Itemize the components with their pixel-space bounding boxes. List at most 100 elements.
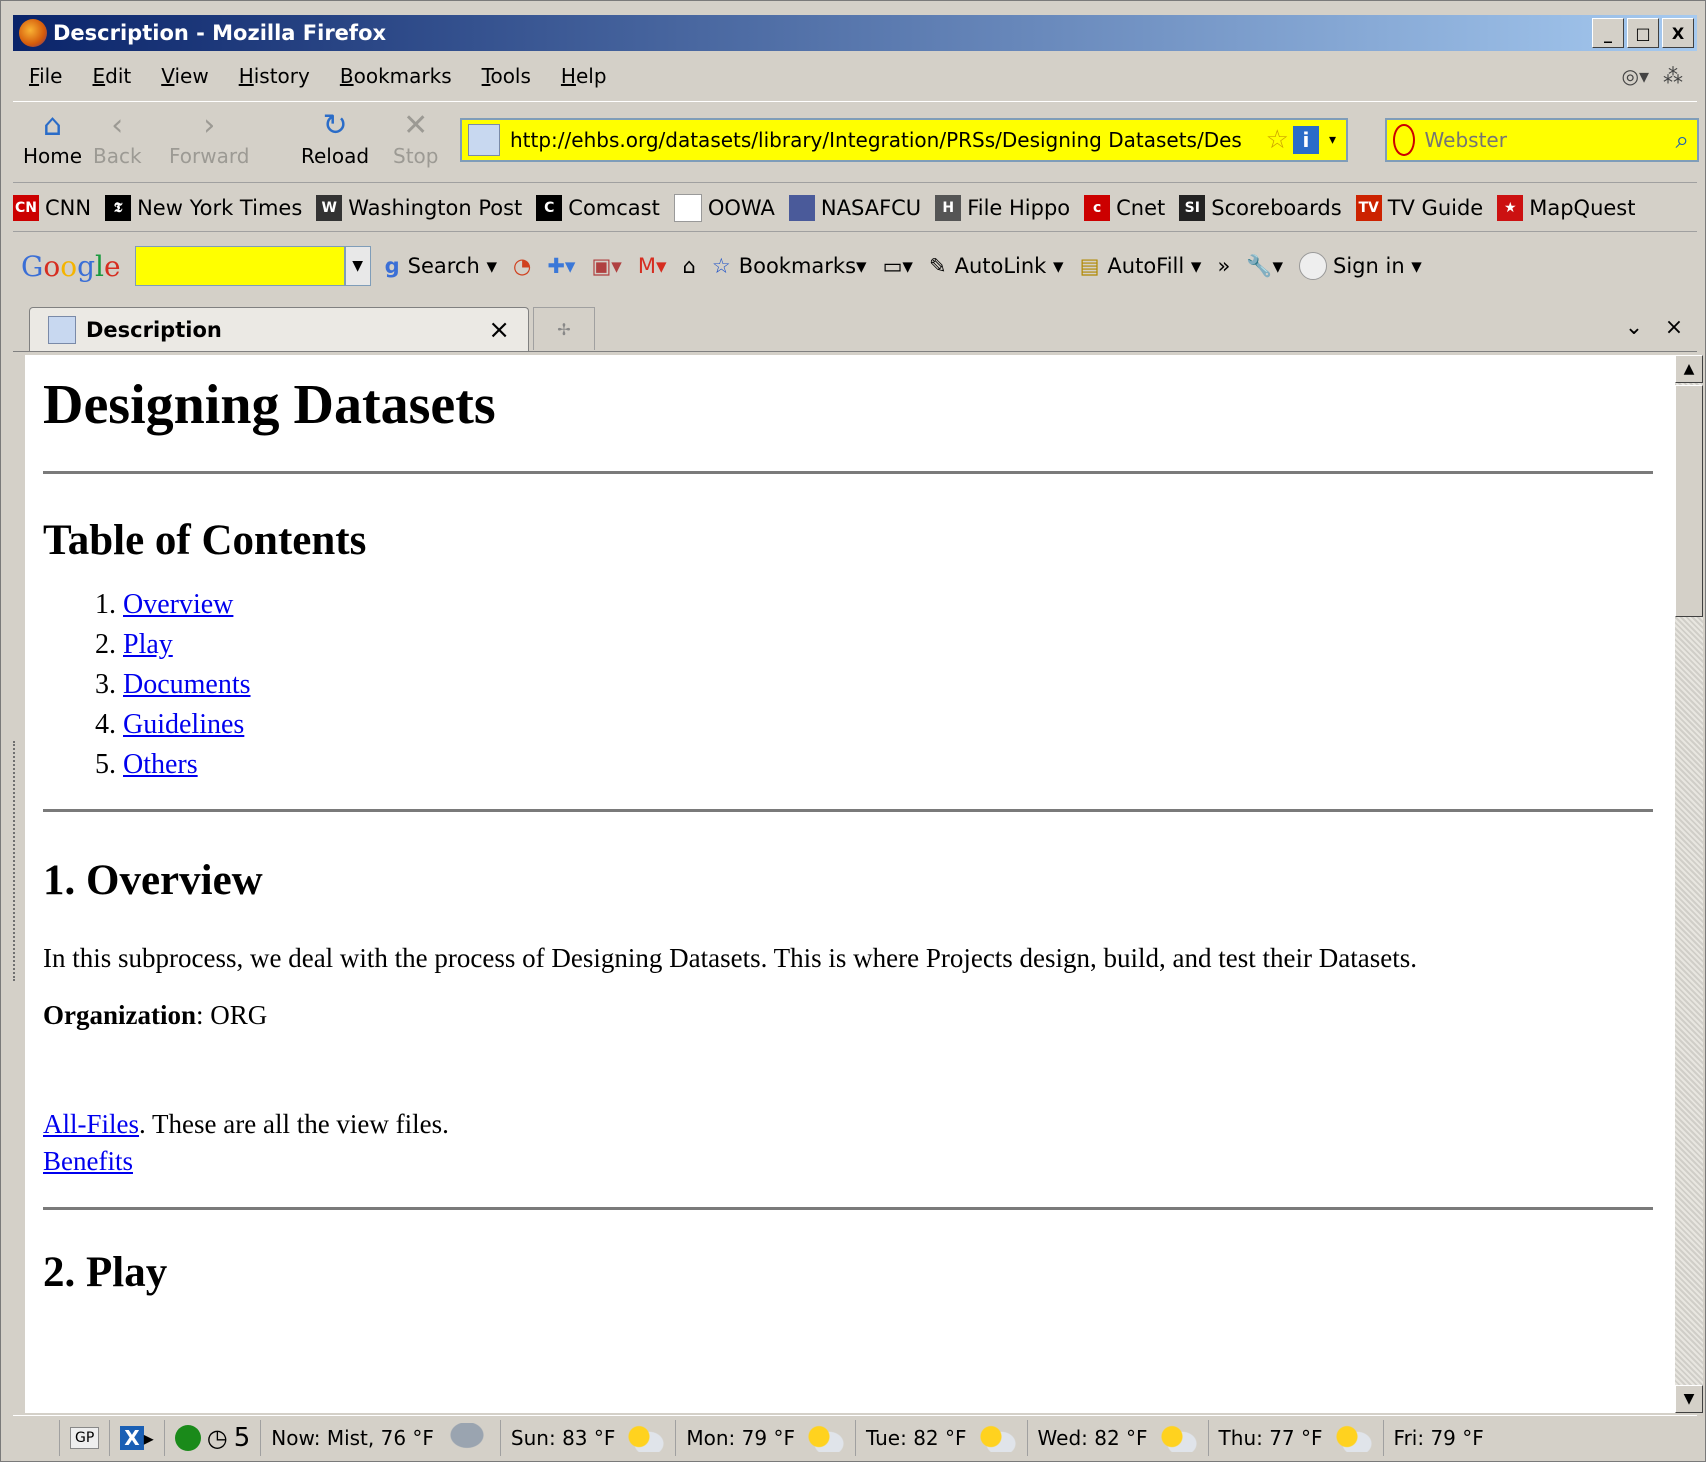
xmarks-icon[interactable]: X ▸: [110, 1420, 165, 1456]
bookmark-item[interactable]: 𝕿 New York Times: [105, 195, 302, 221]
google-search-button[interactable]: g Search ▾: [385, 254, 497, 278]
toc-link-others[interactable]: Others: [123, 749, 198, 780]
bookmark-item[interactable]: OOWA: [673, 194, 775, 222]
partly-cloudy-icon: [625, 1424, 666, 1452]
search-engine-icon[interactable]: [1393, 124, 1415, 156]
back-button[interactable]: ‹ Back: [93, 108, 142, 168]
bookmark-item[interactable]: TV TV Guide: [1355, 195, 1483, 221]
info-icon[interactable]: i: [1292, 126, 1319, 154]
google-search-label: Search: [407, 254, 480, 278]
clock-icon[interactable]: ◷: [207, 1424, 228, 1452]
pinwheel-icon[interactable]: ◔: [513, 254, 531, 278]
status-circle-icon[interactable]: ◎▾: [1622, 64, 1650, 88]
notebook-icon[interactable]: ▣▾: [591, 254, 621, 278]
gmail-icon[interactable]: M▾: [638, 254, 667, 278]
tab-close-icon[interactable]: ×: [488, 315, 510, 345]
forecast-tue[interactable]: Tue: 82 °F: [856, 1420, 1028, 1456]
stop-button[interactable]: ✕ Stop: [393, 108, 438, 168]
google-g-icon: g: [384, 254, 400, 278]
site-identity-icon[interactable]: [468, 124, 500, 156]
autolink-button[interactable]: ✎ AutoLink ▾: [929, 254, 1064, 278]
google-toolbar: Google ▼ g Search ▾ ◔ ✚▾ ▣▾ M▾ ⌂ ☆ Bookmar…: [13, 239, 1697, 293]
minimize-button[interactable]: _: [1592, 18, 1624, 48]
navigation-toolbar: ⌂ Home ‹ Back › Forward ↻ Reload ✕ Stop …: [13, 101, 1699, 183]
maximize-button[interactable]: □: [1627, 18, 1659, 48]
new-tab-button[interactable]: ✢: [533, 307, 595, 350]
url-dropdown-icon[interactable]: ▾: [1329, 132, 1336, 148]
menu-tools[interactable]: Tools: [482, 64, 531, 88]
scroll-thumb[interactable]: [1675, 385, 1703, 617]
wrench-icon[interactable]: 🔧▾: [1246, 254, 1283, 279]
forward-button[interactable]: › Forward: [169, 108, 249, 168]
menu-bookmarks[interactable]: Bookmarks: [340, 64, 452, 88]
menu-history[interactable]: History: [239, 64, 310, 88]
tab-list-dropdown-icon[interactable]: ⌄: [1617, 309, 1651, 345]
google-search-input[interactable]: [134, 246, 345, 286]
status-blank: [13, 1420, 60, 1456]
search-input[interactable]: [1422, 127, 1676, 153]
bookmark-item[interactable]: C Comcast: [536, 195, 660, 221]
menu-help[interactable]: Help: [561, 64, 607, 88]
partly-cloudy-icon: [804, 1424, 845, 1452]
url-bar[interactable]: ☆ i ▾: [460, 118, 1348, 162]
more-button[interactable]: »: [1217, 254, 1230, 278]
green-status-icon[interactable]: [174, 1425, 201, 1451]
forecast-thu[interactable]: Thu: 77 °F: [1209, 1420, 1384, 1456]
search-go-icon[interactable]: ⌕: [1676, 126, 1689, 154]
scroll-up-arrow-icon[interactable]: ▲: [1675, 355, 1703, 383]
comcast-icon: C: [536, 195, 563, 221]
bookmark-item[interactable]: W Washington Post: [316, 195, 522, 221]
toc-link-play[interactable]: Play: [123, 629, 173, 660]
menu-view[interactable]: View: [161, 64, 208, 88]
bookmark-label: MapQuest: [1529, 196, 1636, 220]
close-tab-icon[interactable]: ×: [1657, 309, 1691, 345]
menu-edit[interactable]: Edit: [92, 64, 131, 88]
bookmark-label: OOWA: [707, 196, 775, 220]
bookmark-item[interactable]: SI Scoreboards: [1179, 195, 1342, 221]
bookmark-item[interactable]: H File Hippo: [935, 195, 1070, 221]
partly-cloudy-icon: [1332, 1424, 1373, 1452]
scroll-down-arrow-icon[interactable]: ▼: [1675, 1385, 1703, 1413]
close-button[interactable]: X: [1662, 18, 1694, 48]
toc-link-guidelines[interactable]: Guidelines: [123, 709, 244, 740]
signin-button[interactable]: Sign in ▾: [1299, 252, 1422, 280]
home-button[interactable]: ⌂ Home: [23, 108, 82, 168]
status-bar: GP X ▸ ◷ 5 Now: Mist, 76 °F Sun: 83 °F Mo…: [13, 1415, 1697, 1460]
bank-icon[interactable]: ⌂: [683, 254, 696, 278]
forecast-sun[interactable]: Sun: 83 °F: [501, 1420, 677, 1456]
window-icon[interactable]: ▭▾: [883, 254, 913, 278]
toc-link-documents[interactable]: Documents: [123, 669, 251, 700]
tab-description[interactable]: Description ×: [29, 307, 529, 351]
benefits-link[interactable]: Benefits: [43, 1146, 133, 1176]
organization-value: : ORG: [196, 1000, 268, 1030]
forecast-fri[interactable]: Fri: 79 °F: [1384, 1420, 1494, 1456]
bookmark-star-icon[interactable]: ☆: [1266, 125, 1289, 155]
plus-icon[interactable]: ✚▾: [547, 254, 575, 278]
reload-label: Reload: [301, 144, 370, 168]
wapo-icon: W: [316, 195, 343, 221]
sidebar-grip[interactable]: [13, 741, 25, 981]
bookmark-item[interactable]: ★ MapQuest: [1497, 195, 1636, 221]
autofill-button[interactable]: ▤ AutoFill ▾: [1080, 254, 1202, 278]
gp-icon[interactable]: GP: [60, 1420, 111, 1456]
forecast-text: Wed: 82 °F: [1037, 1426, 1148, 1450]
weather-now[interactable]: Now: Mist, 76 °F: [261, 1420, 501, 1456]
vertical-scrollbar[interactable]: ▲ ▼: [1675, 355, 1703, 1413]
google-bookmarks-button[interactable]: ☆ Bookmarks ▾: [712, 254, 867, 278]
url-input[interactable]: [508, 127, 1262, 153]
all-files-link[interactable]: All-Files: [43, 1109, 139, 1139]
toc-link-overview[interactable]: Overview: [123, 589, 233, 620]
search-bar[interactable]: ⌕: [1385, 118, 1699, 162]
reload-button[interactable]: ↻ Reload: [301, 108, 369, 168]
bookmark-item[interactable]: NASAFCU: [788, 195, 921, 221]
partly-cloudy-icon: [976, 1424, 1017, 1452]
browser-window: Description - Mozilla Firefox _ □ X File…: [0, 0, 1706, 1462]
forecast-mon[interactable]: Mon: 79 °F: [676, 1420, 856, 1456]
bookmark-item[interactable]: CN CNN: [13, 195, 91, 221]
forecast-wed[interactable]: Wed: 82 °F: [1028, 1420, 1209, 1456]
forward-arrow-icon: ›: [203, 108, 216, 143]
google-search-dropdown[interactable]: ▼: [344, 246, 371, 286]
bookmark-item[interactable]: c Cnet: [1084, 195, 1165, 221]
divider: [43, 1207, 1653, 1210]
menu-file[interactable]: File: [29, 64, 62, 88]
